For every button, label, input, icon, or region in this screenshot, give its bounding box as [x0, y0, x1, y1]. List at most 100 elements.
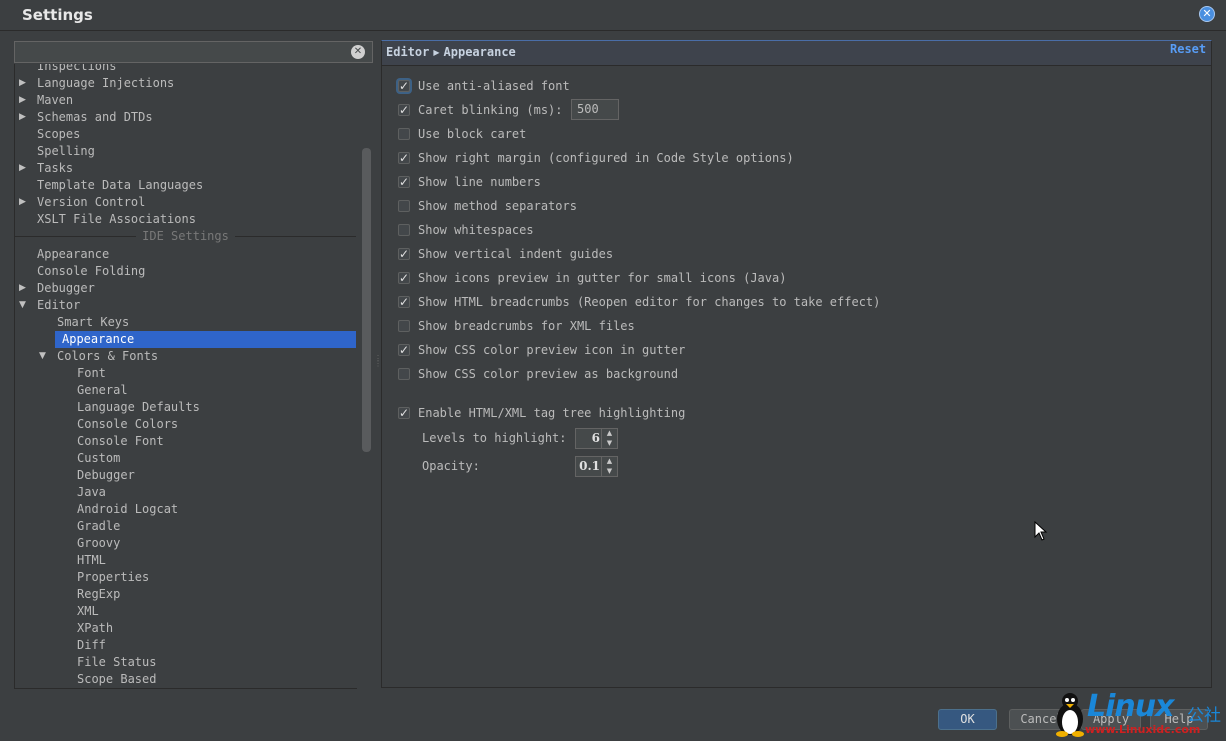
- tree-item-label: Scope Based: [77, 672, 157, 686]
- collapse-arrow-icon[interactable]: ▶: [19, 160, 26, 177]
- ok-button[interactable]: OK: [938, 709, 997, 730]
- option-checkbox[interactable]: [398, 246, 410, 262]
- tree-item-label: XPath: [77, 621, 114, 635]
- tree-item-label: XML: [77, 604, 99, 618]
- option-label: Show vertical indent guides: [418, 247, 614, 261]
- tree-scrollbar[interactable]: [362, 148, 371, 452]
- tree-item[interactable]: Spelling: [15, 143, 356, 160]
- tree-item[interactable]: ▼ Editor: [15, 297, 356, 314]
- tree-item[interactable]: ▶ Language Injections: [15, 75, 356, 92]
- option-label: Show right margin (configured in Code St…: [418, 151, 794, 165]
- spinner-up-icon[interactable]: ▲: [602, 457, 617, 466]
- tree-item[interactable]: Scope Based: [15, 671, 356, 688]
- tree-item[interactable]: Android Logcat: [15, 501, 356, 518]
- tree-item[interactable]: XSLT File Associations: [15, 211, 356, 228]
- option-checkbox[interactable]: [398, 368, 410, 380]
- tree-item[interactable]: General: [15, 382, 356, 399]
- option-checkbox[interactable]: [398, 320, 410, 332]
- option-checkbox[interactable]: [398, 102, 410, 118]
- tree-item-label: Language Injections: [37, 76, 175, 90]
- tree-item[interactable]: ▶ Debugger: [15, 280, 356, 297]
- tree-item[interactable]: XPath: [15, 620, 356, 637]
- option-checkbox[interactable]: [398, 270, 410, 286]
- opacity-spinner[interactable]: 0.1 ▲ ▼: [575, 456, 618, 477]
- title-bar: [0, 0, 1226, 31]
- tree-item[interactable]: ▶ Schemas and DTDs: [15, 109, 356, 126]
- tree-item-label: Debugger: [37, 281, 95, 295]
- close-icon[interactable]: ✕: [1199, 6, 1215, 22]
- tree-item[interactable]: ▶ Maven: [15, 92, 356, 109]
- watermark-url: www.Linuxidc.com: [1085, 723, 1201, 736]
- tree-item[interactable]: Gradle: [15, 518, 356, 535]
- tree-item[interactable]: Inspections: [15, 64, 356, 75]
- tree-item[interactable]: Console Folding: [15, 263, 356, 280]
- tree-item[interactable]: Properties: [15, 569, 356, 586]
- levels-spinner[interactable]: 6 ▲ ▼: [575, 428, 618, 449]
- tree-item-label: XSLT File Associations: [37, 212, 196, 226]
- collapse-arrow-icon[interactable]: ▶: [19, 75, 26, 92]
- spinner-up-icon[interactable]: ▲: [602, 429, 617, 438]
- caret-blinking-field[interactable]: 500: [571, 99, 619, 120]
- settings-tree[interactable]: Inspections ▶ Language Injections ▶ Maven ▶ Sc…: [14, 64, 357, 689]
- tree-item[interactable]: Appearance: [15, 246, 356, 263]
- collapse-arrow-icon[interactable]: ▶: [19, 109, 26, 126]
- option-checkbox[interactable]: [398, 200, 410, 212]
- tree-item[interactable]: Debugger: [15, 467, 356, 484]
- option-label: Show CSS color preview as background: [418, 367, 679, 381]
- tree-item[interactable]: Groovy: [15, 535, 356, 552]
- option-checkbox[interactable]: [398, 342, 410, 358]
- tree-item-label: Language Defaults: [77, 400, 200, 414]
- option-checkbox[interactable]: [398, 128, 410, 140]
- watermark-brand: Linux: [1087, 689, 1174, 724]
- reset-link[interactable]: Reset: [1170, 42, 1206, 56]
- tree-item[interactable]: Template Data Languages: [15, 177, 356, 194]
- clear-search-icon[interactable]: ✕: [351, 45, 365, 59]
- tree-item[interactable]: Smart Keys: [15, 314, 356, 331]
- tree-item-label: Debugger: [77, 468, 135, 482]
- tree-item[interactable]: Language Defaults: [15, 399, 356, 416]
- tree-item-label: Editor: [37, 298, 81, 312]
- tree-item[interactable]: Scopes: [15, 126, 356, 143]
- option-checkbox[interactable]: [398, 224, 410, 236]
- mouse-cursor-icon: [1034, 521, 1048, 541]
- tree-item[interactable]: XML: [15, 603, 356, 620]
- spinner-down-icon[interactable]: ▼: [602, 467, 617, 476]
- search-box[interactable]: ✕: [14, 41, 373, 64]
- tree-item[interactable]: Diff: [15, 637, 356, 654]
- opacity-value: 0.1: [579, 459, 600, 473]
- tree-item-label: Version Control: [37, 195, 146, 209]
- expand-arrow-icon[interactable]: ▼: [19, 297, 26, 314]
- splitter-handle[interactable]: ⋮ ⋮: [374, 355, 382, 372]
- tree-item-label: Smart Keys: [57, 315, 130, 329]
- tree-item-label: Console Folding: [37, 264, 146, 278]
- tree-item[interactable]: Font: [15, 365, 356, 382]
- tree-item[interactable]: Custom: [15, 450, 356, 467]
- collapse-arrow-icon[interactable]: ▶: [19, 280, 26, 297]
- tree-item[interactable]: Console Font: [15, 433, 356, 450]
- expand-arrow-icon[interactable]: ▼: [39, 348, 46, 365]
- tree-item-label: Console Colors: [77, 417, 179, 431]
- tree-item[interactable]: HTML: [15, 552, 356, 569]
- tree-item-label: Groovy: [77, 536, 121, 550]
- search-input[interactable]: [15, 42, 351, 64]
- option-checkbox[interactable]: [398, 294, 410, 310]
- option-label: Caret blinking (ms):: [418, 103, 563, 117]
- tree-item[interactable]: ▶ Tasks: [15, 160, 356, 177]
- tree-item[interactable]: Appearance: [55, 331, 356, 348]
- collapse-arrow-icon[interactable]: ▶: [19, 194, 26, 211]
- tree-item-label: RegExp: [77, 587, 121, 601]
- tag-tree-checkbox[interactable]: [398, 405, 410, 421]
- tree-item[interactable]: Console Colors: [15, 416, 356, 433]
- tree-item[interactable]: File Status: [15, 654, 356, 671]
- tree-item[interactable]: ▼ Colors & Fonts: [15, 348, 356, 365]
- option-checkbox[interactable]: [398, 174, 410, 190]
- option-checkbox[interactable]: [398, 78, 410, 94]
- tree-item[interactable]: RegExp: [15, 586, 356, 603]
- tree-item-label: Tasks: [37, 161, 74, 175]
- option-checkbox[interactable]: [398, 150, 410, 166]
- spinner-down-icon[interactable]: ▼: [602, 439, 617, 448]
- tree-item[interactable]: Java: [15, 484, 356, 501]
- tree-item[interactable]: ▶ Version Control: [15, 194, 356, 211]
- collapse-arrow-icon[interactable]: ▶: [19, 92, 26, 109]
- tree-item-label: HTML: [77, 553, 106, 567]
